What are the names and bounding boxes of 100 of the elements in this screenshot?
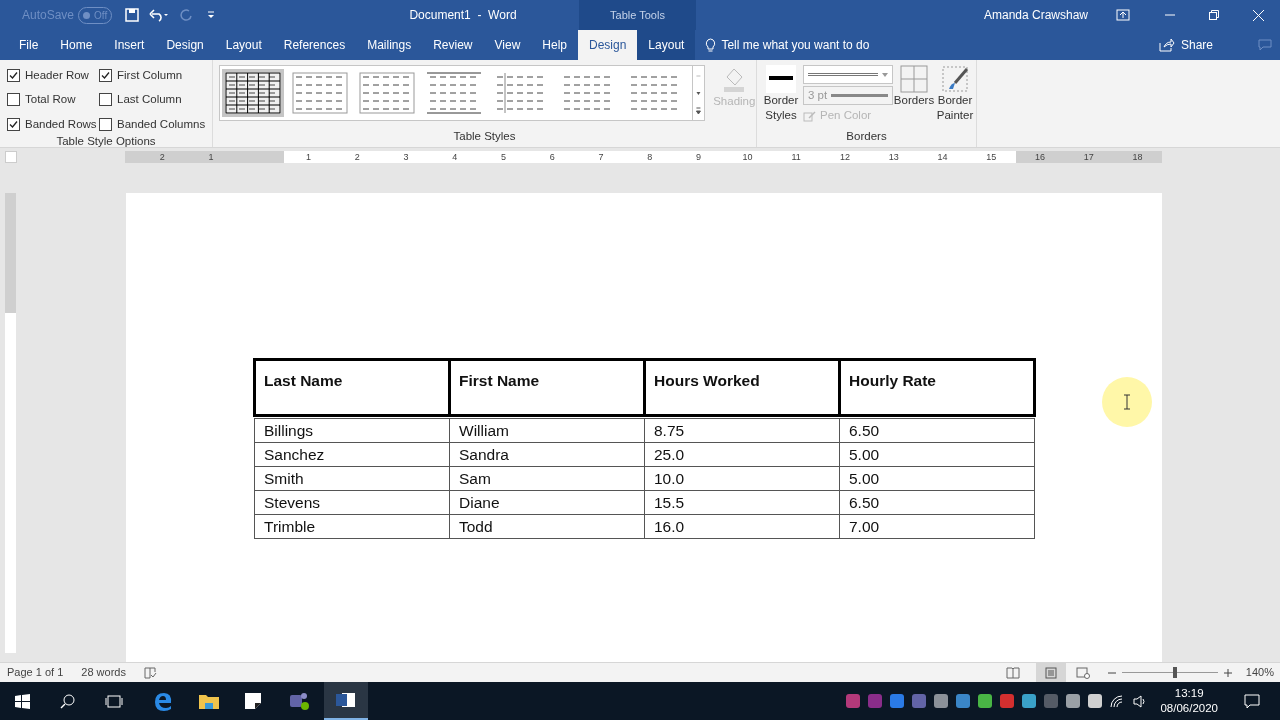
ruler-number: 12 — [838, 150, 851, 163]
sticky-note-icon[interactable] — [245, 693, 261, 709]
ribbon-tab[interactable]: Design — [578, 30, 638, 60]
line-style-icon — [766, 65, 796, 93]
checkbox[interactable] — [99, 69, 112, 83]
restore-icon[interactable] — [1209, 10, 1219, 20]
ruler-number: 10 — [741, 150, 754, 163]
ruler-number: 5 — [500, 150, 508, 163]
table-cell: Sam — [449, 466, 645, 491]
table-cell: 15.5 — [644, 490, 840, 515]
ribbon-tab[interactable]: Layout — [637, 30, 696, 60]
zoom-slider[interactable] — [1121, 666, 1218, 679]
ruler-number: 16 — [1015, 150, 1065, 163]
windows-logo-icon[interactable] — [15, 693, 30, 709]
share-icon — [1158, 38, 1175, 52]
group-label: Table Style Options — [55, 133, 157, 149]
tray-icon[interactable] — [978, 694, 993, 708]
ruler-number: 1 — [186, 150, 236, 163]
edge-icon[interactable] — [153, 691, 173, 711]
page-count[interactable]: Page 1 of 1 — [7, 664, 64, 681]
ribbon-display-icon[interactable] — [1116, 9, 1130, 21]
close-icon[interactable] — [1253, 9, 1264, 21]
ribbon-tab[interactable]: References — [272, 30, 357, 60]
tray-icon[interactable] — [1022, 694, 1037, 708]
table-cell: Smith — [254, 466, 450, 491]
search-icon[interactable] — [60, 693, 75, 709]
ruler-number: 8 — [646, 150, 654, 163]
read-mode-icon[interactable] — [1005, 666, 1020, 679]
line-style-dropdown[interactable] — [803, 65, 893, 84]
caret-icon — [882, 72, 888, 77]
undo-icon[interactable] — [149, 8, 169, 22]
checkbox[interactable] — [7, 93, 20, 107]
proofing-icon[interactable] — [143, 666, 157, 679]
clock-date[interactable]: 08/06/2020 — [1160, 701, 1218, 716]
ribbon-tab[interactable]: Mailings — [356, 30, 423, 60]
table-cell: Todd — [449, 514, 645, 539]
lightbulb-icon — [705, 38, 717, 52]
ribbon-tab[interactable]: Layout — [214, 30, 273, 60]
ruler-number: 2 — [353, 150, 361, 163]
horizontal-ruler[interactable]: 2 1 1 2 3 4 5 6 7 8 9 10 11 12 13 14 15 16 17 18 — [125, 150, 1162, 163]
ribbon-tab[interactable]: Insert — [103, 30, 156, 60]
ribbon-tab[interactable]: View — [483, 30, 532, 60]
print-layout-button[interactable] — [1035, 663, 1066, 682]
option-label: Header Row — [25, 68, 89, 83]
tray-icon[interactable] — [934, 694, 949, 708]
column-header: Last Name — [254, 359, 450, 416]
notifications-icon[interactable] — [1244, 693, 1260, 709]
ribbon-tab[interactable]: Design — [155, 30, 215, 60]
tray-icon[interactable] — [1088, 694, 1103, 708]
checkbox[interactable] — [7, 69, 20, 83]
table-cell: Diane — [449, 490, 645, 515]
ruler-number: 14 — [936, 150, 949, 163]
ruler-number: 15 — [985, 150, 998, 163]
customize-icon[interactable] — [207, 10, 215, 20]
task-view-icon[interactable] — [105, 694, 123, 708]
zoom-level[interactable]: 140% — [1245, 664, 1274, 681]
ribbon-tab[interactable]: Home — [49, 30, 104, 60]
pen-icon — [803, 109, 817, 122]
word-count[interactable]: 28 words — [81, 664, 126, 681]
checkmark-icon — [101, 71, 110, 81]
table-style-thumbnail[interactable] — [356, 69, 418, 117]
ribbon-tab[interactable]: Review — [422, 30, 484, 60]
checkbox[interactable] — [7, 117, 20, 131]
ruler-number: 4 — [451, 150, 459, 163]
autosave-label: AutoSave — [22, 7, 75, 24]
table-cell: Stevens — [254, 490, 450, 515]
teams-icon[interactable] — [288, 691, 310, 711]
word-taskbar-button[interactable] — [324, 682, 368, 720]
web-layout-icon[interactable] — [1075, 666, 1090, 679]
table-cell: 10.0 — [644, 466, 840, 491]
table-cell: 5.00 — [839, 466, 1035, 491]
ruler-number: 6 — [548, 150, 556, 163]
border-painter-button[interactable]: Border Painter — [935, 65, 975, 128]
zoom-in-icon[interactable] — [1223, 668, 1232, 677]
table-cell: William — [449, 418, 645, 443]
ribbon-tab[interactable]: Help — [531, 30, 578, 60]
tell-me-field[interactable]: Tell me what you want to do — [721, 36, 870, 54]
folder-icon[interactable] — [199, 693, 219, 709]
share-button[interactable]: Share — [1158, 30, 1213, 60]
option-label: First Column — [117, 68, 183, 83]
borders-icon — [900, 65, 928, 93]
column-header: Hourly Rate — [839, 359, 1035, 416]
clock-time[interactable]: 13:19 — [1174, 686, 1204, 701]
table-style-thumbnail[interactable] — [222, 69, 284, 117]
table-style-thumbnail[interactable] — [289, 69, 351, 117]
save-icon[interactable] — [125, 8, 139, 22]
ruler-number: 3 — [402, 150, 410, 163]
page-icon — [1044, 666, 1057, 679]
slider-thumb[interactable] — [1172, 667, 1177, 678]
ruler-number: 1 — [305, 150, 312, 163]
ribbon-tab[interactable]: File — [8, 30, 50, 60]
border-styles-button[interactable]: Border Styles — [763, 65, 799, 128]
checkbox[interactable] — [99, 117, 112, 131]
checkbox[interactable] — [99, 93, 112, 107]
tray-icon[interactable] — [1066, 694, 1081, 708]
ruler-number: 11 — [790, 150, 802, 163]
column-header: First Name — [449, 359, 645, 416]
ruler-number: 13 — [887, 150, 900, 163]
window-title: Document1 - Word — [408, 7, 518, 24]
context-label: Table Tools — [579, 0, 696, 30]
